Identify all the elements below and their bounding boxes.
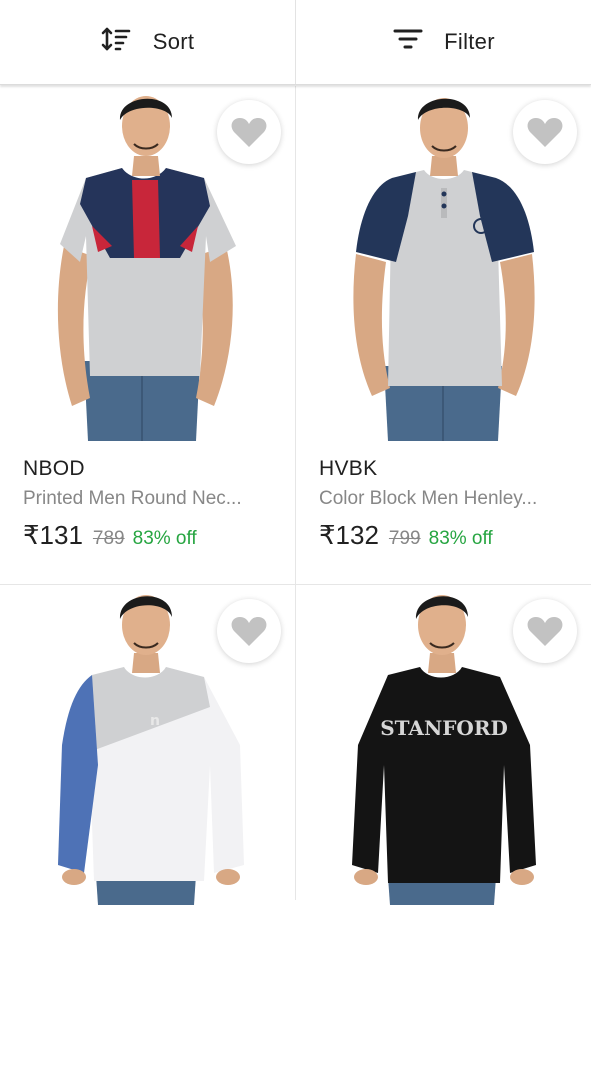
column-divider [295, 86, 296, 900]
svg-text:n: n [150, 713, 160, 729]
wishlist-button[interactable] [513, 599, 577, 663]
product-card[interactable]: HVBK Color Block Men Henley... ₹132 799 … [296, 86, 591, 584]
sort-button[interactable]: Sort [0, 0, 295, 84]
product-image[interactable]: STANFORD [296, 585, 591, 940]
product-card[interactable]: STANFORD [296, 585, 591, 1083]
filter-button[interactable]: Filter [295, 0, 591, 84]
heart-icon [231, 615, 267, 647]
product-image[interactable]: n [0, 585, 295, 940]
product-discount: 83% off [132, 528, 197, 549]
product-image[interactable] [296, 86, 591, 441]
product-mrp: 789 [92, 528, 125, 549]
row-divider [0, 584, 591, 585]
shirt-print-text: STANFORD [380, 716, 508, 740]
heart-icon [231, 116, 267, 148]
product-discount: 83% off [428, 528, 493, 549]
sort-label: Sort [152, 29, 195, 54]
product-mrp: 799 [388, 528, 421, 549]
product-info: NBOD Printed Men Round Nec... ₹131 789 8… [23, 456, 281, 551]
wishlist-button[interactable] [217, 100, 281, 164]
filter-label: Filter [444, 29, 495, 54]
product-image[interactable] [0, 86, 295, 441]
product-grid: NBOD Printed Men Round Nec... ₹131 789 8… [0, 86, 591, 1083]
price-row: ₹132 799 83% off [319, 520, 577, 551]
product-price: ₹132 [319, 520, 379, 550]
filter-icon [392, 27, 424, 57]
product-info: HVBK Color Block Men Henley... ₹132 799 … [319, 456, 577, 551]
product-title: Color Block Men Henley... [319, 488, 538, 509]
product-brand: HVBK [319, 457, 378, 480]
sort-filter-bar: Sort Filter [0, 0, 591, 85]
heart-icon [527, 116, 563, 148]
product-price: ₹131 [23, 520, 83, 550]
product-brand: NBOD [23, 457, 85, 480]
wishlist-button[interactable] [513, 100, 577, 164]
price-row: ₹131 789 83% off [23, 520, 281, 551]
product-title: Printed Men Round Nec... [23, 488, 242, 509]
product-card[interactable]: NBOD Printed Men Round Nec... ₹131 789 8… [0, 86, 295, 584]
wishlist-button[interactable] [217, 599, 281, 663]
product-card[interactable]: n [0, 585, 295, 1083]
sort-icon [101, 25, 133, 59]
heart-icon [527, 615, 563, 647]
